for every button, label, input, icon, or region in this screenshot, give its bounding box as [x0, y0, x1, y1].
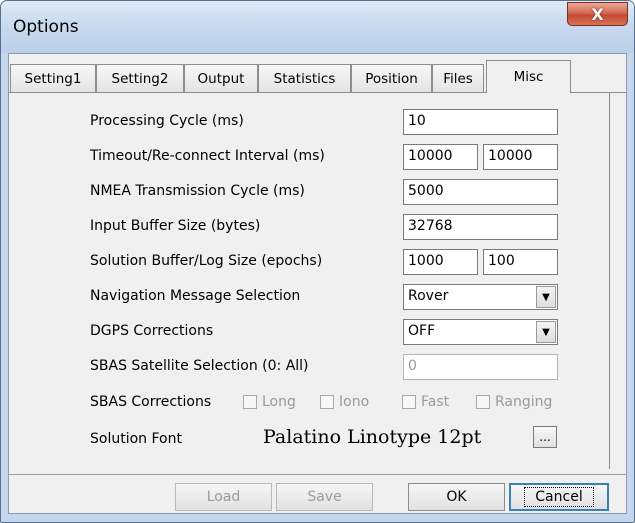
sbas-corrections-label: SBAS Corrections	[90, 394, 212, 410]
checkbox-box[interactable]	[320, 395, 334, 409]
solution-buffer-label: Solution Buffer/Log Size (epochs)	[90, 253, 323, 269]
input-buffer-input[interactable]: 32768	[403, 214, 558, 240]
ok-button[interactable]: OK	[408, 483, 505, 511]
sbas-long-checkbox[interactable]: Long	[243, 394, 296, 410]
sbas-ranging-checkbox[interactable]: Ranging	[476, 394, 552, 410]
dialog-client: Setting1 Setting2 Output Statistics Posi…	[8, 53, 627, 514]
processing-cycle-label: Processing Cycle (ms)	[90, 113, 244, 129]
sbas-fast-checkbox[interactable]: Fast	[402, 394, 449, 410]
load-button[interactable]: Load	[175, 483, 272, 511]
sbas-sat-label: SBAS Satellite Selection (0: All)	[90, 358, 309, 374]
sbas-iono-checkbox[interactable]: Iono	[320, 394, 369, 410]
save-button[interactable]: Save	[276, 483, 373, 511]
checkbox-box[interactable]	[476, 395, 490, 409]
timeout-input[interactable]: 10000	[403, 144, 478, 170]
close-icon: X	[591, 4, 604, 24]
tab-setting1[interactable]: Setting1	[10, 64, 96, 92]
nmea-cycle-label: NMEA Transmission Cycle (ms)	[90, 183, 305, 199]
nav-message-value: Rover	[408, 288, 449, 304]
solution-font-preview: Palatino Linotype 12pt	[263, 426, 482, 448]
window-title: Options	[13, 17, 79, 37]
tab-output[interactable]: Output	[184, 64, 258, 92]
button-separator	[9, 474, 626, 475]
nav-message-label: Navigation Message Selection	[90, 288, 301, 304]
chevron-down-icon[interactable]: ▼	[536, 286, 556, 308]
dgps-value: OFF	[408, 323, 436, 339]
nmea-cycle-input[interactable]: 5000	[403, 179, 558, 205]
dgps-label: DGPS Corrections	[90, 323, 214, 339]
title-bar[interactable]: Options X	[1, 1, 634, 53]
tab-statistics[interactable]: Statistics	[258, 64, 351, 92]
processing-cycle-input[interactable]: 10	[403, 109, 558, 135]
solution-font-label: Solution Font	[90, 431, 182, 447]
tab-files[interactable]: Files	[432, 64, 484, 92]
sbas-sat-input[interactable]: 0	[403, 354, 558, 380]
log-size-input[interactable]: 100	[483, 249, 558, 275]
reconnect-input[interactable]: 10000	[483, 144, 558, 170]
tab-setting2[interactable]: Setting2	[96, 64, 184, 92]
nav-message-select[interactable]: Rover ▼	[403, 284, 558, 310]
close-button[interactable]: X	[567, 2, 628, 26]
input-buffer-label: Input Buffer Size (bytes)	[90, 218, 261, 234]
checkbox-box[interactable]	[243, 395, 257, 409]
options-window: Options X Setting1 Setting2 Output Stati…	[0, 0, 635, 523]
font-picker-button[interactable]: ...	[533, 426, 557, 448]
misc-panel: Processing Cycle (ms) 10 Timeout/Re-conn…	[10, 93, 610, 469]
tab-position[interactable]: Position	[351, 64, 432, 92]
dgps-select[interactable]: OFF ▼	[403, 319, 558, 345]
timeout-label: Timeout/Re-connect Interval (ms)	[90, 148, 325, 164]
chevron-down-icon[interactable]: ▼	[536, 321, 556, 343]
tab-misc[interactable]: Misc	[486, 60, 571, 93]
checkbox-box[interactable]	[402, 395, 416, 409]
tab-strip: Setting1 Setting2 Output Statistics Posi…	[9, 54, 626, 93]
cancel-button[interactable]: Cancel	[509, 483, 609, 511]
solution-buffer-input[interactable]: 1000	[403, 249, 478, 275]
